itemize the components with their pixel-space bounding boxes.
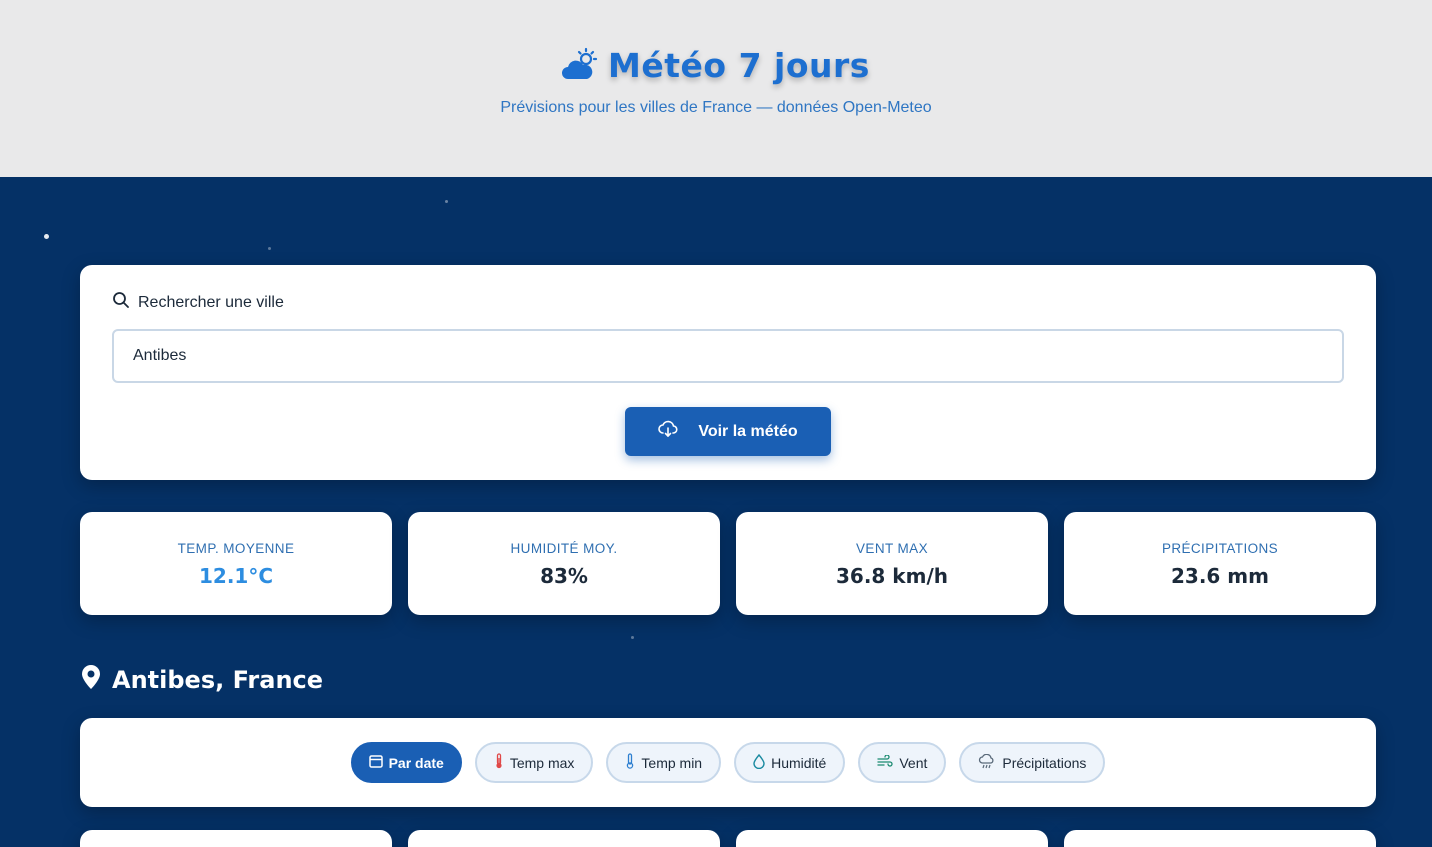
stat-card-precipitation: PRÉCIPITATIONS 23.6 mm [1064, 512, 1376, 615]
sort-by-precipitation-button[interactable]: Précipitations [959, 742, 1106, 783]
cloud-download-icon [658, 420, 678, 443]
chip-label: Humidité [771, 754, 827, 771]
search-card: Rechercher une ville Voir la météo [80, 265, 1376, 480]
stat-card-wind: VENT MAX 36.8 km/h [736, 512, 1048, 615]
chip-label: Temp min [641, 754, 703, 771]
calendar-icon [368, 754, 383, 771]
forecast-day-card [408, 830, 720, 847]
forecast-day-card [1064, 830, 1376, 847]
droplet-icon [753, 753, 765, 772]
city-search-input[interactable] [112, 329, 1344, 383]
star-dot [268, 247, 271, 250]
stat-value: 23.6 mm [1171, 564, 1269, 588]
show-weather-button-label: Voir la météo [698, 422, 798, 440]
sort-by-date-button[interactable]: Par date [350, 742, 462, 783]
sort-by-wind-button[interactable]: Vent [858, 742, 947, 783]
chip-label: Vent [899, 754, 928, 771]
sort-by-humidity-button[interactable]: Humidité [734, 742, 846, 783]
stat-label: VENT MAX [856, 541, 928, 556]
partly-cloudy-icon [562, 47, 598, 85]
search-label-text: Rechercher une ville [138, 293, 284, 311]
stat-label: TEMP. MOYENNE [177, 541, 295, 556]
sort-filter-card: Par date Temp max Temp min Humidité Vent… [80, 718, 1376, 807]
stat-label: PRÉCIPITATIONS [1161, 541, 1279, 556]
wind-icon [877, 753, 893, 771]
star-dot [44, 234, 49, 239]
stat-value: 12.1°C [198, 564, 274, 588]
location-heading: Antibes, France [80, 664, 323, 696]
thermometer-hot-icon [494, 753, 504, 772]
rain-cloud-icon [978, 753, 996, 772]
search-icon [112, 291, 130, 314]
chip-label: Précipitations [1002, 754, 1087, 771]
star-dot [631, 636, 634, 639]
stat-value: 83% [540, 564, 588, 588]
sort-by-temp-min-button[interactable]: Temp min [606, 742, 722, 783]
thermometer-cold-icon [625, 753, 635, 772]
chip-label: Temp max [509, 754, 575, 771]
forecast-day-card [736, 830, 1048, 847]
forecast-day-card [80, 830, 392, 847]
page-subtitle: Prévisions pour les villes de France — d… [500, 99, 932, 116]
title-row: Météo 7 jours [0, 46, 1432, 85]
star-dot [445, 200, 448, 203]
page-header: Météo 7 jours Prévisions pour les villes… [0, 0, 1432, 177]
location-name: Antibes, France [112, 666, 324, 694]
search-label: Rechercher une ville [112, 291, 284, 314]
stat-card-humidity: HUMIDITÉ MOY. 83% [408, 512, 720, 615]
stat-value: 36.8 km/h [836, 564, 948, 588]
stat-card-temperature: TEMP. MOYENNE 12.1°C [80, 512, 392, 615]
chip-label: Par date [388, 754, 444, 771]
map-pin-icon [80, 664, 102, 696]
sort-by-temp-max-button[interactable]: Temp max [474, 742, 594, 783]
page-title: Météo 7 jours [608, 46, 870, 85]
stat-label: HUMIDITÉ MOY. [510, 541, 618, 556]
show-weather-button[interactable]: Voir la météo [625, 407, 831, 456]
sort-options: Par date Temp max Temp min Humidité Vent… [80, 742, 1376, 783]
